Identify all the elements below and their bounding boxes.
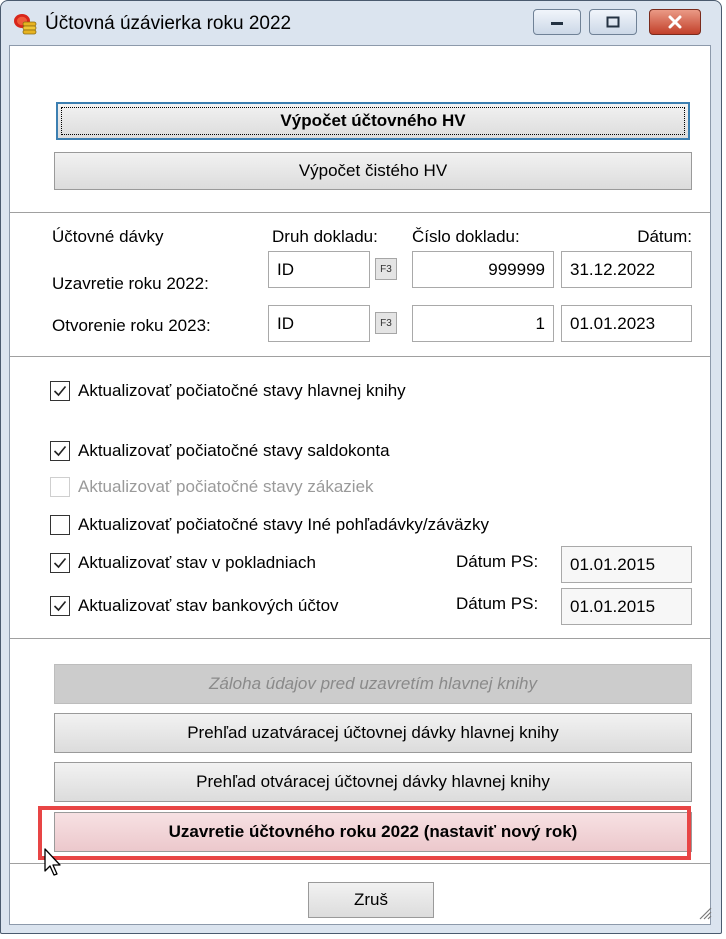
opening-doc-number-value: 1 xyxy=(535,313,545,333)
opening-doc-type-input[interactable]: ID xyxy=(268,305,370,342)
closing-date-value: 31.12.2022 xyxy=(570,259,656,279)
checkbox-box[interactable] xyxy=(50,553,70,573)
opening-date-input[interactable]: 01.01.2023 xyxy=(561,305,692,342)
option-label: Aktualizovať počiatočné stavy zákaziek xyxy=(78,477,374,496)
doc-type-header: Druh dokladu: xyxy=(272,227,378,246)
option-label: Aktualizovať stav bankových účtov xyxy=(78,596,339,615)
checkmark-icon xyxy=(53,600,67,612)
calc-net-result-button[interactable]: Výpočet čistého HV xyxy=(54,152,692,190)
opening-date-value: 01.01.2023 xyxy=(570,313,656,333)
option-label: Aktualizovať stav v pokladniach xyxy=(78,553,316,572)
backup-button: Záloha údajov pred uzavretím hlavnej kni… xyxy=(54,664,692,704)
closing-batch-overview-button[interactable]: Prehľad uzatváracej účtovnej dávky hlavn… xyxy=(54,713,692,753)
closing-date-input[interactable]: 31.12.2022 xyxy=(561,251,692,288)
separator xyxy=(10,638,710,639)
closing-doc-type-input[interactable]: ID xyxy=(268,251,370,288)
calc-accounting-result-button[interactable]: Výpočet účtovného HV xyxy=(56,102,690,140)
checkbox-box[interactable] xyxy=(50,381,70,401)
bank-ps-date-value: 01.01.2015 xyxy=(570,596,656,616)
focus-rect xyxy=(61,107,685,135)
doc-number-header: Číslo dokladu: xyxy=(412,227,520,246)
mouse-pointer-icon xyxy=(44,848,61,876)
update-ledger-opening-checkbox[interactable]: Aktualizovať počiatočné stavy saldokonta xyxy=(50,441,390,461)
checkbox-box[interactable] xyxy=(50,441,70,461)
coins-icon xyxy=(14,14,37,35)
minimize-button[interactable] xyxy=(533,9,581,35)
cancel-label: Zruš xyxy=(354,890,388,909)
calc-net-label: Výpočet čistého HV xyxy=(298,161,448,180)
date-header: Dátum: xyxy=(637,227,692,246)
maximize-button[interactable] xyxy=(589,9,637,35)
cash-ps-date-label: Dátum PS: xyxy=(456,552,539,571)
update-orders-opening-checkbox: Aktualizovať počiatočné stavy zákaziek xyxy=(50,477,374,497)
dialog-window: Účtovná úzávierka roku 2022 Výpočet účto… xyxy=(0,0,722,934)
dialog-body: Výpočet účtovného HV Výpočet čistého HV … xyxy=(9,45,711,925)
maximize-icon xyxy=(606,16,620,28)
closing-doc-number-value: 999999 xyxy=(488,259,545,279)
separator xyxy=(10,863,710,864)
opening-doc-number-input[interactable]: 1 xyxy=(412,305,554,342)
closing-batch-label: Uzavretie roku 2022: xyxy=(52,274,209,293)
option-label: Aktualizovať počiatočné stavy hlavnej kn… xyxy=(78,381,406,400)
checkmark-icon xyxy=(53,385,67,397)
option-label: Aktualizovať počiatočné stavy saldokonta xyxy=(78,441,390,460)
closing-doc-type-value: ID xyxy=(277,259,294,279)
update-bank-accounts-checkbox[interactable]: Aktualizovať stav bankových účtov xyxy=(50,596,339,616)
opening-batch-overview-button[interactable]: Prehľad otváracej účtovnej dávky hlavnej… xyxy=(54,762,692,802)
separator xyxy=(10,356,710,357)
bank-ps-date-label: Dátum PS: xyxy=(456,594,539,613)
separator xyxy=(10,212,710,213)
closing-f3-label: F3 xyxy=(380,263,392,275)
update-other-receivables-checkbox[interactable]: Aktualizovať počiatočné stavy Iné pohľad… xyxy=(50,515,489,535)
update-gl-opening-checkbox[interactable]: Aktualizovať počiatočné stavy hlavnej kn… xyxy=(50,381,406,401)
backup-label: Záloha údajov pred uzavretím hlavnej kni… xyxy=(209,674,537,693)
close-icon xyxy=(668,15,682,29)
closing-f3-lookup-button[interactable]: F3 xyxy=(375,258,397,280)
checkmark-icon xyxy=(53,557,67,569)
update-cash-registers-checkbox[interactable]: Aktualizovať stav v pokladniach xyxy=(50,553,316,573)
close-button[interactable] xyxy=(649,9,701,35)
cash-ps-date-input[interactable]: 01.01.2015 xyxy=(561,546,692,583)
option-label: Aktualizovať počiatočné stavy Iné pohľad… xyxy=(78,515,490,534)
closing-doc-number-input[interactable]: 999999 xyxy=(412,251,554,288)
checkmark-icon xyxy=(53,445,67,457)
title-bar[interactable]: Účtovná úzávierka roku 2022 xyxy=(1,1,721,45)
highlight-annotation xyxy=(38,806,691,860)
resize-grip-icon[interactable] xyxy=(698,906,712,920)
opening-batch-label: Otvorenie roku 2023: xyxy=(52,316,211,335)
cancel-button[interactable]: Zruš xyxy=(308,882,434,918)
opening-overview-label: Prehľad otváracej účtovnej dávky hlavnej… xyxy=(196,772,550,791)
checkbox-box[interactable] xyxy=(50,515,70,535)
closing-overview-label: Prehľad uzatváracej účtovnej dávky hlavn… xyxy=(187,723,559,742)
opening-f3-lookup-button[interactable]: F3 xyxy=(375,312,397,334)
bank-ps-date-input[interactable]: 01.01.2015 xyxy=(561,588,692,625)
cash-ps-date-value: 01.01.2015 xyxy=(570,554,656,574)
minimize-icon xyxy=(551,22,563,25)
window-title: Účtovná úzávierka roku 2022 xyxy=(45,13,292,34)
opening-doc-type-value: ID xyxy=(277,313,294,333)
batches-heading: Účtovné dávky xyxy=(52,227,164,246)
checkbox-box xyxy=(50,477,70,497)
checkbox-box[interactable] xyxy=(50,596,70,616)
opening-f3-label: F3 xyxy=(380,317,392,329)
